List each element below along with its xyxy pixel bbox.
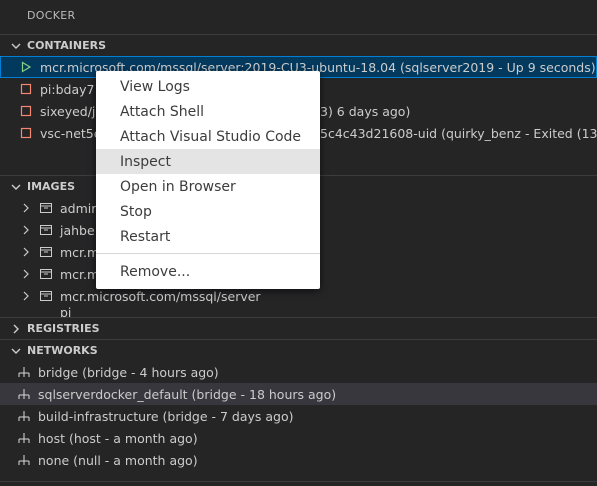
image-icon (38, 266, 54, 282)
container-label: sixeyed/je (40, 103, 104, 119)
network-icon (16, 408, 32, 424)
section-containers-label: CONTAINERS (27, 39, 106, 52)
network-item[interactable]: bridge (bridge - 4 hours ago) (0, 361, 597, 383)
menu-item-open-in-browser[interactable]: Open in Browser (96, 174, 320, 199)
play-icon (18, 59, 34, 75)
image-label: pi (60, 307, 72, 317)
chevron-right-icon[interactable] (18, 266, 34, 282)
chevron-right-icon (10, 323, 22, 335)
container-label: vsc-net5c (40, 125, 101, 141)
image-label: mcr.microsoft.com/mssql/server (60, 288, 261, 304)
image-item-partial[interactable]: pi (0, 307, 597, 317)
menu-item-attach-vscode[interactable]: Attach Visual Studio Code (96, 124, 320, 149)
image-label: admir (60, 200, 97, 216)
image-icon (38, 222, 54, 238)
container-label: pi:bday7 ( (40, 81, 104, 97)
network-item[interactable]: sqlserverdocker_default (bridge - 18 hou… (0, 383, 597, 405)
menu-item-restart[interactable]: Restart (96, 224, 320, 249)
image-icon (38, 288, 54, 304)
stopped-square-icon (18, 81, 34, 97)
section-registries-label: REGISTRIES (27, 322, 100, 335)
network-icon (16, 386, 32, 402)
section-networks-header[interactable]: NETWORKS (0, 339, 597, 361)
section-containers-header[interactable]: CONTAINERS (0, 34, 597, 56)
stopped-square-icon (18, 125, 34, 141)
image-icon (38, 307, 54, 317)
menu-item-remove[interactable]: Remove... (96, 259, 320, 284)
network-item[interactable]: host (host - a month ago) (0, 427, 597, 449)
image-label: jahbe (60, 222, 95, 238)
network-label: host (host - a month ago) (38, 430, 198, 446)
network-item[interactable]: build-infrastructure (bridge - 7 days ag… (0, 405, 597, 427)
menu-item-attach-shell[interactable]: Attach Shell (96, 99, 320, 124)
image-label: mcr.m (60, 266, 100, 282)
chevron-down-icon (10, 345, 22, 357)
network-item[interactable]: none (null - a month ago) (0, 449, 597, 471)
network-label: sqlserverdocker_default (bridge - 18 hou… (38, 386, 337, 402)
view-title: DOCKER (27, 9, 76, 22)
menu-item-view-logs[interactable]: View Logs (96, 74, 320, 99)
chevron-down-icon (10, 181, 22, 193)
chevron-right-icon[interactable] (18, 307, 34, 317)
section-networks-label: NETWORKS (27, 344, 98, 357)
image-label: mcr.m (60, 244, 100, 260)
menu-item-stop[interactable]: Stop (96, 199, 320, 224)
network-label: none (null - a month ago) (38, 452, 198, 468)
network-icon (16, 430, 32, 446)
menu-item-inspect[interactable]: Inspect (96, 149, 320, 174)
chevron-right-icon[interactable] (18, 200, 34, 216)
stopped-square-icon (18, 103, 34, 119)
chevron-down-icon (10, 40, 22, 52)
docker-explorer: DOCKER CONTAINERS mcr.microsoft.com/mssq… (0, 0, 597, 486)
menu-separator (96, 253, 320, 254)
container-label-tail: 5c4c43d21608-uid (quirky_benz - Exited (… (320, 125, 597, 141)
network-icon (16, 364, 32, 380)
chevron-right-icon[interactable] (18, 222, 34, 238)
image-icon (38, 244, 54, 260)
bottom-divider (0, 481, 597, 482)
network-label: bridge (bridge - 4 hours ago) (38, 364, 219, 380)
section-images-label: IMAGES (27, 180, 76, 193)
network-label: build-infrastructure (bridge - 7 days ag… (38, 408, 294, 424)
image-icon (38, 200, 54, 216)
section-registries-header[interactable]: REGISTRIES (0, 317, 597, 339)
context-menu: View Logs Attach Shell Attach Visual Stu… (96, 71, 320, 289)
network-icon (16, 452, 32, 468)
container-label-tail: 3) 6 days ago) (320, 103, 411, 119)
chevron-right-icon[interactable] (18, 244, 34, 260)
chevron-right-icon[interactable] (18, 288, 34, 304)
